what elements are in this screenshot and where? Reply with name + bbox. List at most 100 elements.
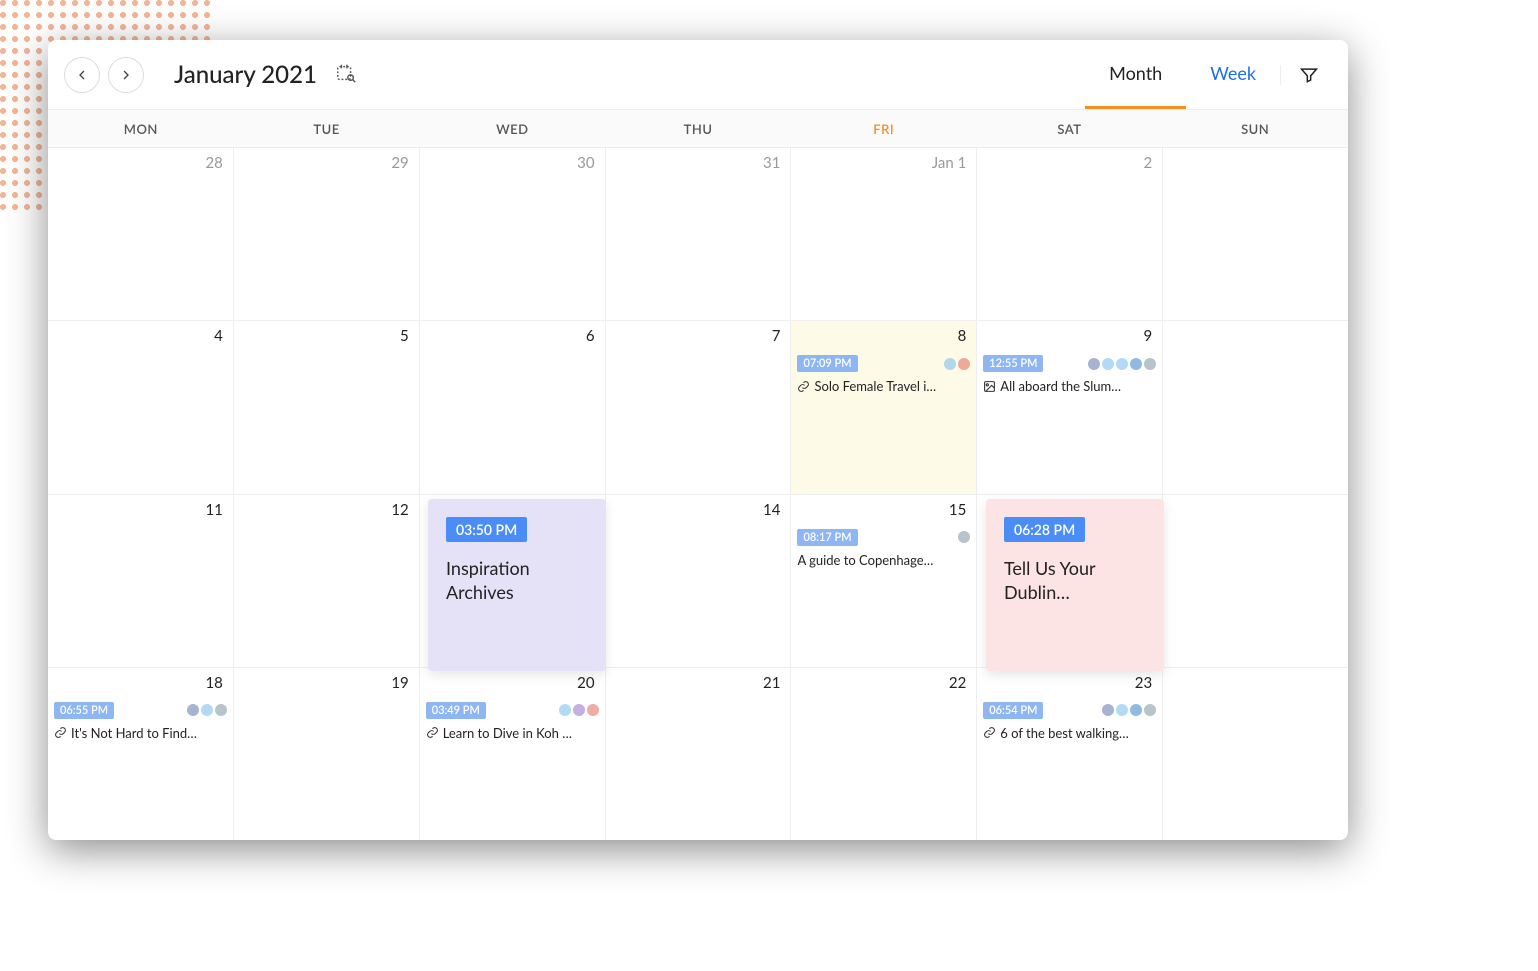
- day-header-row: MON TUE WED THU FRI SAT SUN: [48, 110, 1348, 148]
- calendar-event[interactable]: 06:55 PM It's Not Hard to Find…: [54, 702, 227, 741]
- gp-icon: [587, 704, 599, 716]
- channel-icons: [559, 704, 599, 716]
- day-header: TUE: [234, 110, 420, 147]
- calendar-event[interactable]: 03:49 PM Learn to Dive in Koh …: [426, 702, 599, 741]
- date-label: 28: [205, 154, 222, 172]
- bl-icon: [1144, 704, 1156, 716]
- calendar-cell[interactable]: 19: [234, 668, 420, 840]
- day-header: THU: [605, 110, 791, 147]
- calendar-cell[interactable]: 22: [791, 668, 977, 840]
- calendar-cell[interactable]: 6: [420, 321, 606, 493]
- event-title: It's Not Hard to Find…: [54, 725, 227, 741]
- calendar-cell[interactable]: 5: [234, 321, 420, 493]
- time-chip: 06:55 PM: [54, 702, 114, 719]
- time-chip: 12:55 PM: [983, 355, 1043, 372]
- day-header: FRI: [791, 110, 977, 147]
- date-label: 30: [577, 154, 594, 172]
- event-title: Learn to Dive in Koh …: [426, 725, 599, 741]
- date-label: 18: [205, 674, 222, 692]
- day-header: SAT: [977, 110, 1163, 147]
- time-chip: 03:49 PM: [426, 702, 486, 719]
- time-chip: 06:28 PM: [1004, 517, 1085, 542]
- calendar-cell[interactable]: 21: [606, 668, 792, 840]
- date-label: 21: [763, 674, 780, 692]
- calendar-event[interactable]: 06:54 PM6 of the best walking…: [983, 702, 1156, 741]
- highlight-title: Inspiration Archives: [446, 556, 588, 605]
- tab-month[interactable]: Month: [1085, 40, 1186, 109]
- filter-button[interactable]: [1280, 65, 1336, 85]
- calendar-cell[interactable]: 28: [48, 148, 234, 320]
- calendar-week-row: 28 29 30 31 Jan 1 2: [48, 148, 1348, 321]
- channel-icons: [187, 704, 227, 716]
- channel-icons: [958, 531, 970, 543]
- ig-icon: [573, 704, 585, 716]
- calendar-event[interactable]: 08:17 PMA guide to Copenhage…: [797, 529, 970, 568]
- calendar-event[interactable]: 12:55 PM All aboard the Slum…: [983, 355, 1156, 394]
- calendar-cell[interactable]: 2: [977, 148, 1163, 320]
- li-icon: [1130, 358, 1142, 370]
- gp-icon: [958, 358, 970, 370]
- bl-icon: [215, 704, 227, 716]
- event-title: All aboard the Slum…: [983, 378, 1156, 394]
- calendar-cell[interactable]: 4: [48, 321, 234, 493]
- calendar-cell[interactable]: 8 07:09 PM Solo Female Travel i…: [791, 321, 977, 493]
- calendar-cell[interactable]: 29: [234, 148, 420, 320]
- tw-icon: [201, 704, 213, 716]
- bl-icon: [1144, 358, 1156, 370]
- calendar-cell[interactable]: 11: [48, 495, 234, 667]
- calendar-cell[interactable]: 14: [606, 495, 792, 667]
- calendar-week-row: 1806:55 PMIt's Not Hard to Find…192003:4…: [48, 668, 1348, 840]
- date-label: 31: [763, 154, 780, 172]
- highlight-card-purple[interactable]: 03:50 PM Inspiration Archives: [428, 499, 606, 671]
- time-chip: 03:50 PM: [446, 517, 527, 542]
- highlight-card-pink[interactable]: 06:28 PM Tell Us Your Dublin…: [986, 499, 1164, 671]
- tw-icon: [944, 358, 956, 370]
- time-chip: 07:09 PM: [797, 355, 857, 372]
- calendar-cell[interactable]: [1163, 148, 1348, 320]
- calendar-cell[interactable]: 9 12:55 PM All aboard the Slum…: [977, 321, 1163, 493]
- tw-icon: [1116, 704, 1128, 716]
- calendar-cell[interactable]: [1163, 668, 1348, 840]
- calendar-cell[interactable]: 1508:17 PMA guide to Copenhage…: [791, 495, 977, 667]
- prev-button[interactable]: [64, 57, 100, 93]
- calendar-cell[interactable]: 12: [234, 495, 420, 667]
- calendar-week-row: 45 67 8 07:09 PM Solo Female Travel i… 9 12:55…: [48, 321, 1348, 494]
- day-header: MON: [48, 110, 234, 147]
- fb-icon: [1102, 704, 1114, 716]
- calendar-card: January 2021 Month Week MON TUE WED THU …: [48, 40, 1348, 840]
- date-label: 4: [214, 327, 223, 345]
- date-label: 2: [1143, 154, 1152, 172]
- event-title: 6 of the best walking…: [983, 725, 1156, 741]
- fb-icon: [187, 704, 199, 716]
- calendar-cell[interactable]: 30: [420, 148, 606, 320]
- calendar-cell[interactable]: 2003:49 PMLearn to Dive in Koh …: [420, 668, 606, 840]
- calendar-cell[interactable]: 7: [606, 321, 792, 493]
- fb-icon: [1088, 358, 1100, 370]
- channel-icons: [944, 358, 970, 370]
- calendar-event[interactable]: 07:09 PM Solo Female Travel i…: [797, 355, 970, 394]
- date-label: 19: [391, 674, 408, 692]
- calendar-cell[interactable]: 18 06:55 PM It's Not Hard to Find…: [48, 668, 234, 840]
- date-label: 9: [1143, 327, 1152, 345]
- calendar-cell[interactable]: [1163, 321, 1348, 493]
- calendar-cell[interactable]: 23 06:54 PM6 of the best walking…: [977, 668, 1163, 840]
- date-label: 23: [1135, 674, 1152, 692]
- calendar-cell[interactable]: [1163, 495, 1348, 667]
- date-label: 14: [763, 501, 780, 519]
- tw-icon: [559, 704, 571, 716]
- channel-icons: [1102, 704, 1156, 716]
- calendar-cell[interactable]: Jan 1: [791, 148, 977, 320]
- date-label: 8: [958, 327, 967, 345]
- calendar-cell[interactable]: 31: [606, 148, 792, 320]
- event-title: Solo Female Travel i…: [797, 378, 970, 394]
- next-button[interactable]: [108, 57, 144, 93]
- tab-week[interactable]: Week: [1186, 40, 1280, 109]
- day-header: SUN: [1162, 110, 1348, 147]
- date-label: 6: [586, 327, 595, 345]
- page-title: January 2021: [174, 60, 317, 89]
- date-label: Jan 1: [932, 154, 966, 172]
- calendar-search-icon[interactable]: [335, 62, 357, 88]
- topbar: January 2021 Month Week: [48, 40, 1348, 110]
- date-label: 12: [391, 501, 408, 519]
- calendar-grid: 28 29 30 31 Jan 1 2 45 67 8 07:09 PM Solo Female T…: [48, 148, 1348, 840]
